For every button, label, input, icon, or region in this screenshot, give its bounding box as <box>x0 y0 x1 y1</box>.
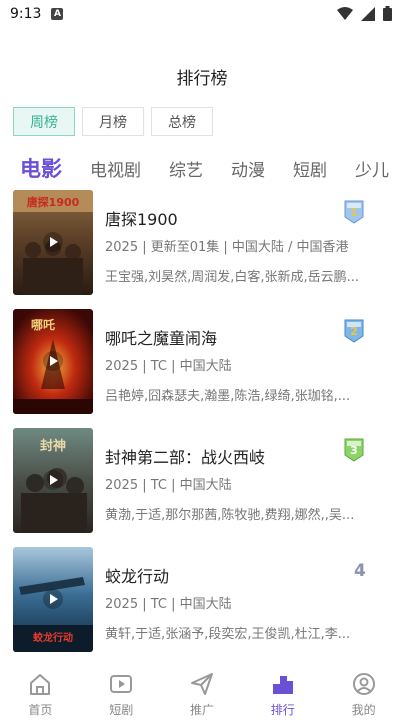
item-cast: 王宝强,刘昊然,周润发,白客,张新成,岳云鹏... <box>105 270 360 285</box>
page-title: 排行榜 <box>176 69 228 89</box>
status-bar: 9:13 A <box>0 0 404 28</box>
tab-anime[interactable]: 动漫 <box>231 156 265 181</box>
list-item[interactable]: 哪吒 哪吒之魔童闹海 2025 | TC | 中国大陆 吕艳婷,囧森瑟夫,瀚墨,… <box>0 309 404 428</box>
item-meta: 2025 | TC | 中国大陆 <box>105 597 232 612</box>
rank-badge-icon: 2 <box>344 319 364 343</box>
tab-kids[interactable]: 少儿 <box>355 156 389 181</box>
nav-promote[interactable]: 推广 <box>162 662 243 720</box>
rank-number: 4 <box>354 561 366 581</box>
svg-text:2: 2 <box>350 325 358 338</box>
signal-icon <box>361 6 375 21</box>
nav-label: 短剧 <box>109 703 134 717</box>
status-time: 9:13 <box>10 6 42 22</box>
nav-ranking[interactable]: 排行 <box>242 662 323 720</box>
item-title[interactable]: 封神第二部：战火西岐 <box>105 444 265 468</box>
tab-movie[interactable]: 电影 <box>20 153 62 183</box>
list-item[interactable]: 封神 封神第二部：战火西岐 2025 | TC | 中国大陆 黄渤,于适,那尔那… <box>0 428 404 547</box>
nav-short-drama[interactable]: 短剧 <box>81 662 162 720</box>
tab-monthly[interactable]: 月榜 <box>82 107 144 136</box>
play-icon <box>43 470 63 490</box>
nav-label: 首页 <box>28 703 53 717</box>
home-icon <box>30 674 51 695</box>
video-icon <box>110 675 133 693</box>
tab-total[interactable]: 总榜 <box>151 107 213 136</box>
status-icons <box>337 6 392 21</box>
svg-text:1: 1 <box>350 206 358 219</box>
poster-title-text: 唐探1900 <box>27 195 80 209</box>
poster-image[interactable]: 封神 <box>13 428 93 533</box>
list-item[interactable]: 唐探1900 唐探1900 2025 | 更新至01集 | 中国大陆 / 中国香… <box>0 190 404 309</box>
item-meta: 2025 | TC | 中国大陆 <box>105 359 232 374</box>
item-meta: 2025 | 更新至01集 | 中国大陆 / 中国香港 <box>105 240 349 255</box>
item-cast: 黄轩,于适,张涵予,段奕宏,王俊凯,杜江,李... <box>105 627 351 642</box>
notification-icon: A <box>51 8 64 20</box>
poster-image[interactable]: 唐探1900 <box>13 190 93 295</box>
nav-label: 排行 <box>270 703 295 717</box>
send-icon <box>190 673 213 695</box>
item-cast: 吕艳婷,囧森瑟夫,瀚墨,陈浩,绿绮,张珈铭,... <box>105 389 351 404</box>
list-item[interactable]: 蛟龙行动 蛟龙行动 2025 | TC | 中国大陆 黄轩,于适,张涵予,段奕宏… <box>0 547 404 666</box>
nav-home[interactable]: 首页 <box>0 662 81 720</box>
tab-variety[interactable]: 综艺 <box>169 156 203 181</box>
tab-weekly[interactable]: 周榜 <box>13 107 75 136</box>
play-icon <box>43 351 63 371</box>
wifi-icon <box>337 6 353 20</box>
tab-tv-series[interactable]: 电视剧 <box>90 156 141 181</box>
nav-profile[interactable]: 我的 <box>323 662 404 720</box>
item-meta: 2025 | TC | 中国大陆 <box>105 478 232 493</box>
nav-label: 推广 <box>189 703 214 717</box>
item-cast: 黄渤,于适,那尔那茜,陈牧驰,费翔,娜然,,吴... <box>105 508 355 523</box>
bottom-nav: 首页 短剧 推广 排行 我的 <box>0 662 404 720</box>
poster-image[interactable]: 蛟龙行动 <box>13 547 93 652</box>
item-title[interactable]: 唐探1900 <box>105 206 178 230</box>
poster-title-text: 蛟龙行动 <box>33 631 73 644</box>
play-icon <box>43 589 63 609</box>
rank-icon <box>272 676 293 694</box>
rank-badge-icon: 3 <box>344 438 364 462</box>
ranking-list: 唐探1900 唐探1900 2025 | 更新至01集 | 中国大陆 / 中国香… <box>0 190 404 666</box>
category-tabs: 电影 电视剧 综艺 动漫 短剧 少儿 <box>20 153 404 183</box>
item-title[interactable]: 蛟龙行动 <box>105 563 169 587</box>
profile-icon <box>352 673 375 695</box>
battery-icon <box>383 6 392 21</box>
svg-text:3: 3 <box>350 444 358 457</box>
tab-short-drama[interactable]: 短剧 <box>293 156 327 181</box>
poster-title-text: 哪吒 <box>31 317 55 332</box>
nav-label: 我的 <box>351 703 376 717</box>
poster-title-text: 封神 <box>40 438 66 454</box>
poster-image[interactable]: 哪吒 <box>13 309 93 414</box>
rank-badge-icon: 1 <box>344 200 364 224</box>
item-title[interactable]: 哪吒之魔童闹海 <box>105 325 217 349</box>
period-tabs: 周榜 月榜 总榜 <box>13 107 213 136</box>
play-icon <box>43 232 63 252</box>
